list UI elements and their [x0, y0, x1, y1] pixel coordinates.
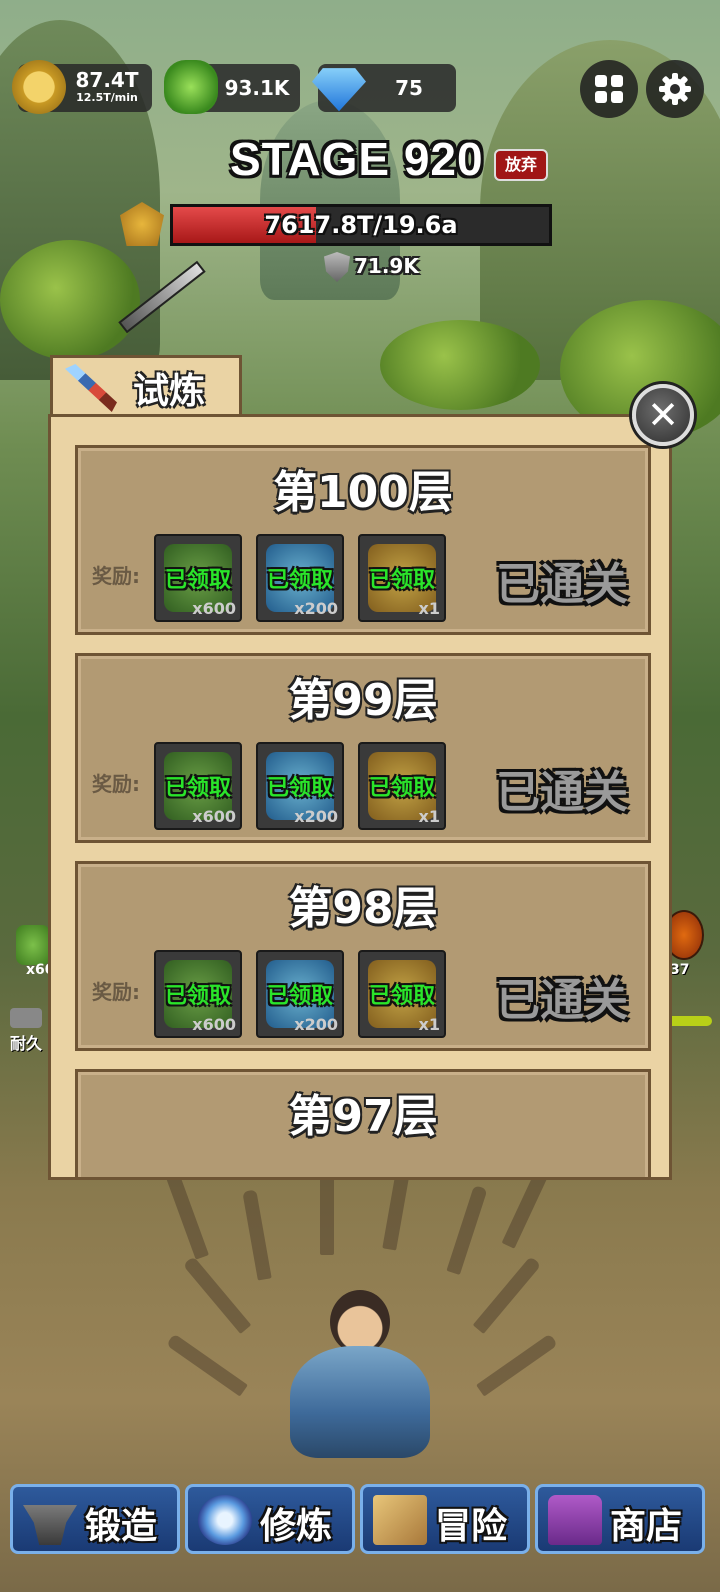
gold-coin-icon	[12, 60, 66, 114]
floor-title: 第100层	[273, 467, 453, 518]
close-icon: ✕	[647, 393, 679, 437]
anvil-icon	[23, 1505, 77, 1545]
nav-label: 商店	[610, 1506, 683, 1547]
chest-icon	[548, 1495, 602, 1545]
nav-label: 修炼	[260, 1506, 333, 1547]
right-count: 37	[670, 962, 690, 978]
floor-card-99: 第99层 奖励: 已领取 x600 已领取 x200 已领取 x1 已通关	[75, 653, 651, 843]
nav-label: 锻造	[85, 1506, 158, 1547]
sword-silhouette	[472, 1256, 542, 1334]
reward-qty: x1	[418, 807, 440, 826]
durability-label: 耐久	[10, 1034, 43, 1053]
hero-head	[330, 1290, 390, 1354]
claimed-status: 已领取	[164, 776, 231, 801]
floor-card-100: 第100层 奖励: 已领取 x600 已领取 x200 已领取 x1 已通关	[75, 445, 651, 635]
reward-slot[interactable]: 已领取 x600	[154, 534, 242, 622]
claimed-status: 已领取	[164, 568, 231, 593]
sword-silhouette	[476, 1333, 558, 1397]
reward-qty: x1	[418, 599, 440, 618]
cleared-status: 已通关	[496, 975, 628, 1026]
nav-adventure[interactable]: 冒险	[360, 1484, 530, 1554]
nav-forge[interactable]: 锻造	[10, 1484, 180, 1554]
gold-rate: 12.5T/min	[76, 91, 138, 104]
sword-silhouette	[182, 1256, 252, 1334]
trial-title: 试炼	[133, 371, 206, 412]
claimed-status: 已领取	[266, 776, 333, 801]
reward-qty: x200	[294, 599, 338, 618]
reward-slot[interactable]: 已领取 x1	[358, 950, 446, 1038]
boss-hp-bar: 7617.8T/19.6a	[170, 204, 552, 246]
nav-label: 冒险	[435, 1506, 508, 1547]
reward-qty: x600	[192, 1015, 236, 1034]
green-jade-icon	[164, 60, 218, 114]
claimed-status: 已领取	[368, 776, 435, 801]
claimed-status: 已领取	[266, 984, 333, 1009]
sword-silhouette	[242, 1189, 272, 1281]
claimed-status: 已领取	[368, 568, 435, 593]
gold-value: 87.4T	[75, 68, 139, 92]
nav-cultivate[interactable]: 修炼	[185, 1484, 355, 1554]
sword-silhouette	[165, 1170, 209, 1260]
floor-title: 第97层	[288, 1091, 438, 1142]
reward-label: 奖励:	[92, 980, 140, 1004]
foliage	[380, 320, 540, 410]
reward-slot[interactable]: 已领取 x200	[256, 950, 344, 1038]
gold-counter[interactable]: 87.4T 12.5T/min	[12, 60, 152, 114]
diamond-counter[interactable]: 75	[312, 64, 456, 112]
floor-title: 第98层	[288, 883, 438, 934]
map-icon	[373, 1495, 427, 1545]
reward-qty: x200	[294, 807, 338, 826]
orb-icon	[198, 1495, 252, 1545]
hp-text: 7617.8T/19.6a	[264, 211, 458, 239]
diamond-value: 75	[395, 76, 423, 100]
reward-slot[interactable]: 已领取 x200	[256, 534, 344, 622]
floor-card-98: 第98层 奖励: 已领取 x600 已领取 x200 已领取 x1 已通关	[75, 861, 651, 1051]
sword-silhouette	[166, 1333, 248, 1397]
reward-qty: x600	[192, 599, 236, 618]
jade-counter[interactable]: 93.1K	[164, 60, 300, 114]
reward-slot[interactable]: 已领取 x1	[358, 742, 446, 830]
floor-title: 第99层	[288, 675, 438, 726]
reward-label: 奖励:	[92, 564, 140, 588]
blue-diamond-icon	[312, 68, 366, 112]
trial-tab: 试炼	[50, 355, 242, 419]
hero-body	[290, 1346, 430, 1458]
gear-icon	[659, 73, 691, 105]
stage-title: STAGE 920	[230, 133, 484, 185]
reward-qty: x1	[418, 1015, 440, 1034]
reward-slot[interactable]: 已领取 x600	[154, 742, 242, 830]
reward-qty: x200	[294, 1015, 338, 1034]
cleared-status: 已通关	[496, 559, 628, 610]
close-button[interactable]: ✕	[632, 384, 694, 446]
trial-panel[interactable]: 第100层 奖励: 已领取 x600 已领取 x200 已领取 x1 已通关 第…	[48, 414, 672, 1180]
foliage	[0, 240, 140, 360]
cleared-status: 已通关	[496, 767, 628, 818]
grid-menu-button[interactable]	[580, 60, 638, 118]
abandon-button[interactable]: 放弃	[494, 149, 548, 181]
hero-character	[278, 1290, 442, 1460]
floor-card-97: 第97层	[75, 1069, 651, 1177]
crossed-swords-icon	[65, 364, 117, 412]
reward-slot[interactable]: 已领取 x200	[256, 742, 344, 830]
claimed-status: 已领取	[368, 984, 435, 1009]
reward-slot[interactable]: 已领取 x1	[358, 534, 446, 622]
claimed-status: 已领取	[164, 984, 231, 1009]
anvil-icon	[10, 1008, 42, 1028]
settings-button[interactable]	[646, 60, 704, 118]
reward-slot[interactable]: 已领取 x600	[154, 950, 242, 1038]
defense-value: 71.9K	[354, 254, 419, 278]
nav-shop[interactable]: 商店	[535, 1484, 705, 1554]
claimed-status: 已领取	[266, 568, 333, 593]
sword-silhouette	[446, 1185, 488, 1275]
green-ore-icon	[16, 925, 50, 965]
jade-value: 93.1K	[224, 76, 290, 100]
reward-qty: x600	[192, 807, 236, 826]
grid-menu-icon	[595, 75, 623, 103]
reward-label: 奖励:	[92, 772, 140, 796]
